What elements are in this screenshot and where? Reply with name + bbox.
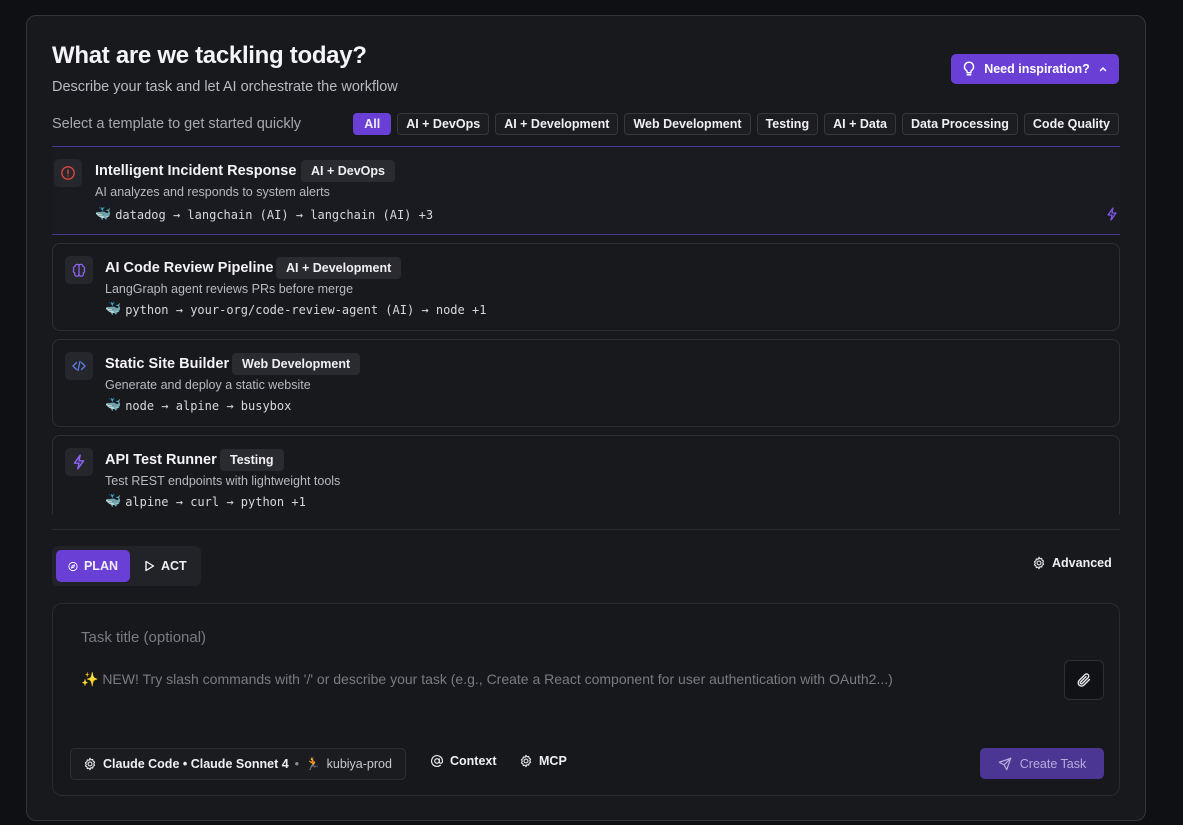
at-sign-icon [431, 754, 444, 768]
code-icon [65, 352, 93, 380]
template-hint: Select a template to get started quickly [52, 116, 302, 132]
filter-ai-development[interactable]: AI + Development [495, 113, 619, 135]
template-flow: 🐳 python → your-org/code-review-agent (A… [105, 302, 486, 317]
filter-ai-devops[interactable]: AI + DevOps [397, 113, 490, 135]
docker-whale-icon: 🐳 [105, 398, 122, 413]
lightbulb-icon [963, 61, 975, 76]
environment-name: kubiya-prod [326, 757, 392, 771]
template-tag: AI + DevOps [301, 160, 395, 182]
need-inspiration-label: Need inspiration? [984, 62, 1090, 76]
context-button[interactable]: Context [430, 754, 497, 768]
template-list[interactable]: Intelligent Incident Response AI + DevOp… [52, 146, 1120, 514]
template-description: Test REST endpoints with lightweight too… [105, 474, 341, 488]
template-flow: 🐳 node → alpine → busybox [105, 398, 291, 413]
env-separator: • [294, 757, 300, 771]
advanced-label: Advanced [1052, 556, 1112, 570]
task-title-input[interactable] [81, 626, 781, 648]
template-description: Generate and deploy a static website [105, 378, 311, 392]
paperclip-icon [1077, 673, 1091, 687]
bolt-icon [65, 448, 93, 476]
advanced-settings-button[interactable]: Advanced [1032, 556, 1112, 570]
template-title: Intelligent Incident Response [95, 163, 297, 179]
runner-icon: 🏃 [305, 756, 321, 771]
template-card-static-site[interactable]: Static Site Builder Web Development Gene… [52, 339, 1120, 427]
docker-whale-icon: 🐳 [105, 302, 122, 317]
need-inspiration-button[interactable]: Need inspiration? [951, 54, 1119, 84]
create-task-label: Create Task [1019, 756, 1087, 771]
template-title: AI Code Review Pipeline [105, 260, 274, 276]
act-mode-button[interactable]: ACT [132, 550, 199, 582]
gear-icon [520, 754, 532, 768]
template-tag: Testing [220, 449, 284, 471]
template-flow-text: node → alpine → busybox [125, 398, 292, 413]
template-flow-text: python → your-org/code-review-agent (AI)… [125, 302, 487, 317]
template-flow: 🐳 datadog → langchain (AI) → langchain (… [95, 207, 433, 222]
filter-testing[interactable]: Testing [756, 113, 819, 135]
mcp-button[interactable]: MCP [519, 754, 567, 768]
template-card-code-review[interactable]: AI Code Review Pipeline AI + Development… [52, 243, 1120, 331]
bolt-icon [1106, 207, 1118, 226]
section-divider [52, 529, 1120, 530]
model-name: Claude Code • Claude Sonnet 4 [103, 757, 289, 771]
context-label: Context [450, 754, 497, 768]
play-icon [145, 560, 155, 572]
brain-icon [65, 256, 93, 284]
act-mode-label: ACT [161, 559, 187, 573]
compass-icon [68, 561, 78, 571]
task-composer: Claude Code • Claude Sonnet 4 • 🏃 kubiya… [52, 603, 1120, 796]
template-title: API Test Runner [105, 452, 217, 468]
mcp-label: MCP [539, 754, 567, 768]
send-icon [998, 757, 1012, 770]
page-subtitle: Describe your task and let AI orchestrat… [52, 79, 398, 95]
filter-all[interactable]: All [353, 113, 392, 135]
docker-whale-icon: 🐳 [95, 207, 112, 222]
filter-data-processing[interactable]: Data Processing [901, 113, 1018, 135]
filter-code-quality[interactable]: Code Quality [1023, 113, 1119, 135]
gear-icon [1033, 556, 1045, 570]
plan-act-toggle: PLAN ACT [52, 546, 201, 586]
filter-ai-data[interactable]: AI + Data [824, 113, 896, 135]
template-card-api-test[interactable]: API Test Runner Testing Test REST endpoi… [52, 435, 1120, 514]
template-flow-text: alpine → curl → python +1 [125, 494, 306, 509]
template-title: Static Site Builder [105, 356, 230, 372]
create-task-button[interactable]: Create Task [980, 748, 1104, 779]
docker-whale-icon: 🐳 [105, 494, 122, 509]
template-tag: AI + Development [276, 257, 402, 279]
filter-web-development[interactable]: Web Development [624, 113, 751, 135]
template-filter-bar: All AI + DevOps AI + Development Web Dev… [353, 113, 1119, 135]
page-title: What are we tackling today? [52, 42, 367, 69]
alert-circle-icon [54, 159, 82, 187]
task-description-input[interactable] [81, 668, 1031, 690]
attach-file-button[interactable] [1064, 660, 1104, 700]
template-flow-text: datadog → langchain (AI) → langchain (AI… [115, 207, 434, 222]
template-tag: Web Development [232, 353, 361, 375]
template-description: AI analyzes and responds to system alert… [95, 185, 330, 199]
model-selector[interactable]: Claude Code • Claude Sonnet 4 • 🏃 kubiya… [70, 748, 406, 780]
gear-icon [84, 757, 96, 771]
plan-mode-button[interactable]: PLAN [56, 550, 130, 582]
template-card-incident-response[interactable]: Intelligent Incident Response AI + DevOp… [52, 146, 1120, 235]
template-flow: 🐳 alpine → curl → python +1 [105, 494, 306, 509]
plan-mode-label: PLAN [83, 559, 118, 573]
template-description: LangGraph agent reviews PRs before merge [105, 282, 354, 296]
chevron-up-icon [1099, 66, 1107, 72]
